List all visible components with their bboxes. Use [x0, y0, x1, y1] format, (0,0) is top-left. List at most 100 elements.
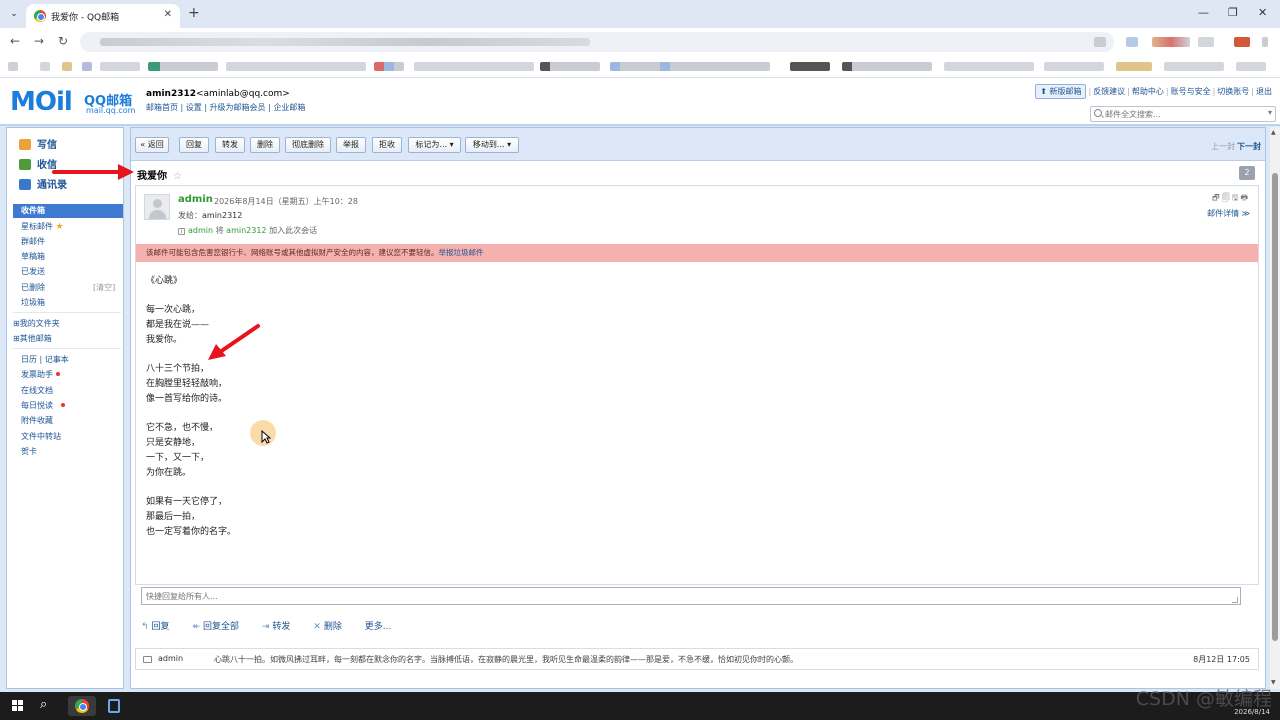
reject-button[interactable]: 拒收	[372, 137, 402, 153]
blurred-bookmark[interactable]	[1164, 62, 1224, 71]
tab-search-chevron-icon[interactable]: ⌄	[6, 6, 22, 22]
browser-tab[interactable]: 我爱你 - QQ邮箱 ✕	[26, 4, 180, 28]
prev-mail-link[interactable]: 上一封	[1211, 141, 1235, 152]
link-mail-home[interactable]: 邮箱首页	[146, 103, 178, 112]
minimize-icon[interactable]: —	[1198, 6, 1209, 19]
scrollbar-thumb[interactable]	[1272, 173, 1278, 641]
link-account-security[interactable]: 账号与安全	[1171, 87, 1211, 96]
mark-as-dropdown[interactable]: 标记为... ▾	[408, 137, 461, 153]
blurred-bookmark[interactable]	[62, 62, 72, 71]
folder-spam[interactable]: 垃圾箱	[21, 297, 45, 308]
taskbar-network-app[interactable]	[100, 696, 128, 716]
folder-starred[interactable]: 星标邮件 ★	[21, 221, 64, 232]
app-daily-reading[interactable]: 每日悦读	[21, 400, 65, 411]
quick-reply-input[interactable]	[142, 588, 1232, 604]
next-mail-link[interactable]: 下一封	[1237, 141, 1261, 152]
recipient-name[interactable]: amin2312	[202, 211, 242, 220]
check-mail-link[interactable]: 收信	[19, 156, 57, 171]
blurred-extension-icon[interactable]	[1152, 37, 1190, 47]
search-icon[interactable]	[1094, 109, 1102, 117]
tip-recipient[interactable]: amin2312	[226, 226, 266, 235]
blurred-bookmark[interactable]	[374, 62, 404, 71]
search-dropdown-icon[interactable]: ▾	[1268, 108, 1272, 117]
new-tab-plus-icon[interactable]: +	[188, 5, 200, 21]
blurred-bookmark[interactable]	[82, 62, 92, 71]
mail-detail-link[interactable]: 邮件详情 ≫	[1207, 208, 1250, 219]
link-feedback[interactable]: 反馈建议	[1093, 87, 1125, 96]
mail-search-input[interactable]	[1105, 107, 1255, 121]
clear-deleted-link[interactable]: [清空]	[93, 282, 115, 293]
blurred-extension-icon[interactable]	[1198, 37, 1214, 47]
app-greeting-card[interactable]: 贺卡	[21, 446, 37, 457]
link-upgrade-vip[interactable]: 升级为邮箱会员	[210, 103, 266, 112]
report-button[interactable]: 举报	[336, 137, 366, 153]
calendar-link[interactable]: 日历	[21, 355, 37, 364]
conversation-count-badge[interactable]: 2	[1239, 166, 1255, 180]
link-help[interactable]: 帮助中心	[1132, 87, 1164, 96]
write-mail-link[interactable]: 写信	[19, 136, 57, 151]
blurred-extension-icon[interactable]	[1126, 37, 1138, 47]
blurred-bookmark[interactable]	[40, 62, 50, 71]
folder-drafts[interactable]: 草稿箱	[21, 251, 45, 262]
folder-deleted[interactable]: 已删除 [清空]	[21, 282, 115, 293]
permanent-delete-button[interactable]: 彻底删除	[285, 137, 331, 153]
blurred-bookmark[interactable]	[540, 62, 600, 71]
blurred-bookmark[interactable]	[790, 62, 830, 71]
app-attachment-favorites[interactable]: 附件收藏	[21, 415, 53, 426]
reply-button[interactable]: 回复	[179, 137, 209, 153]
blurred-bookmark[interactable]	[148, 62, 218, 71]
move-to-dropdown[interactable]: 移动到... ▾	[465, 137, 519, 153]
folder-inbox[interactable]: 收件箱	[13, 204, 123, 218]
scroll-up-arrow-icon[interactable]: ▲	[1271, 129, 1276, 136]
blurred-bookmark[interactable]	[842, 62, 932, 71]
action-forward[interactable]: ⇥ 转发	[262, 622, 301, 632]
blurred-bookmark[interactable]	[100, 62, 140, 71]
mail-view-icons[interactable]: 🗗🗐🖫🖶	[1212, 192, 1250, 206]
delete-button[interactable]: 删除	[250, 137, 280, 153]
blurred-bookmark[interactable]	[1044, 62, 1104, 71]
action-more[interactable]: 更多...	[365, 622, 392, 632]
forward-button[interactable]: 转发	[215, 137, 245, 153]
other-mail-toggle[interactable]: ⊞其他邮箱	[13, 333, 52, 344]
contacts-link[interactable]: 通讯录	[19, 176, 67, 191]
new-version-button[interactable]: ⬆ 新版邮箱	[1035, 84, 1087, 99]
folder-sent[interactable]: 已发送	[21, 266, 45, 277]
forward-arrow-icon[interactable]: →	[34, 34, 44, 48]
blurred-bookmark[interactable]	[414, 62, 534, 71]
action-reply-all[interactable]: ↞ 回复全部	[192, 622, 249, 632]
browser-menu-icon[interactable]	[1262, 37, 1268, 47]
blurred-extension-icon[interactable]	[1094, 37, 1106, 47]
link-switch-account[interactable]: 切换账号	[1217, 87, 1249, 96]
blurred-bookmark[interactable]	[226, 62, 366, 71]
notes-link[interactable]: 记事本	[45, 355, 69, 364]
app-online-docs[interactable]: 在线文档	[21, 385, 53, 396]
blurred-bookmark[interactable]	[1116, 62, 1152, 71]
blurred-bookmark[interactable]	[8, 62, 18, 71]
star-toggle-icon[interactable]: ☆	[173, 171, 182, 182]
blurred-bookmark[interactable]	[944, 62, 1034, 71]
link-enterprise-mail[interactable]: 企业邮箱	[273, 103, 305, 112]
resize-grip-icon[interactable]	[1232, 597, 1238, 603]
back-arrow-icon[interactable]: ←	[10, 34, 20, 48]
blurred-profile-avatar[interactable]	[1234, 37, 1250, 47]
page-scrollbar[interactable]: ▲ ▼	[1270, 127, 1280, 689]
taskbar-search-icon[interactable]: ⌕	[40, 697, 47, 712]
folder-group[interactable]: 群邮件	[21, 236, 45, 247]
report-spam-link[interactable]: 举报垃圾邮件	[439, 248, 484, 257]
sender-avatar[interactable]	[144, 194, 170, 220]
taskbar-chrome[interactable]	[68, 696, 96, 716]
app-invoice-helper[interactable]: 发票助手	[21, 369, 60, 380]
conversation-row[interactable]: admin 心跳八十一拍。如微风拂过耳畔，每一刻都在默念你的名字。当脉搏低语，在…	[135, 648, 1259, 670]
blurred-bookmark[interactable]	[610, 62, 770, 71]
action-delete[interactable]: ✕ 删除	[313, 622, 352, 632]
reload-icon[interactable]: ↻	[58, 34, 68, 48]
action-reply[interactable]: ↰ 回复	[141, 622, 180, 632]
restore-icon[interactable]: ❐	[1228, 6, 1238, 19]
tab-close-icon[interactable]: ✕	[164, 9, 172, 20]
window-close-icon[interactable]: ✕	[1258, 6, 1267, 19]
sender-name[interactable]: admin	[178, 194, 213, 205]
back-button[interactable]: « 返回	[135, 137, 169, 153]
url-omnibox[interactable]	[80, 32, 1114, 52]
my-folders-toggle[interactable]: ⊞我的文件夹	[13, 318, 60, 329]
app-file-transfer[interactable]: 文件中转站	[21, 431, 61, 442]
